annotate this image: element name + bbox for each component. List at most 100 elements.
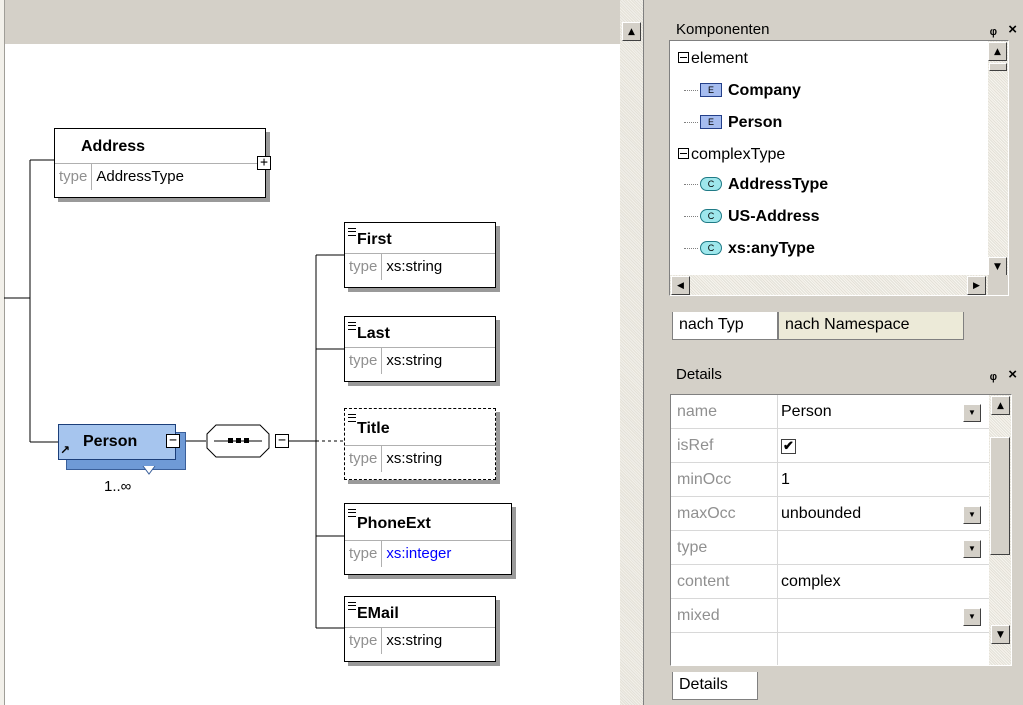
tree-line (684, 184, 698, 186)
reference-arrow-icon: ↗ (60, 443, 71, 457)
details-vertical-scrollbar[interactable]: ▲ ▼ (989, 395, 1011, 665)
complextype-icon: C (700, 208, 722, 223)
type-value: xs:integer (386, 545, 452, 562)
type-value: AddressType (96, 168, 184, 185)
annotation-icon (348, 602, 356, 610)
dropdown-arrow-icon[interactable]: ▼ (963, 404, 981, 422)
pin-icon[interactable]: ᵩ (990, 358, 997, 392)
property-key: isRef (677, 437, 714, 454)
collapse-icon[interactable]: − (275, 434, 289, 448)
property-row-minocc[interactable]: minOcc 1 (671, 463, 989, 497)
type-value: xs:string (386, 352, 443, 369)
scroll-left-arrow-icon[interactable]: ◀ (671, 276, 690, 295)
property-value[interactable]: Person (781, 395, 832, 429)
tab-nach-namespace[interactable]: nach Namespace (778, 312, 964, 340)
type-key: type (345, 446, 383, 472)
element-person[interactable]: Person (58, 424, 176, 460)
element-email[interactable]: EMail type xs:string (344, 596, 496, 662)
annotation-icon (348, 322, 356, 330)
dropdown-arrow-icon[interactable]: ▼ (963, 608, 981, 626)
details-panel-header: Details ᵩ × (666, 358, 1023, 392)
annotation-icon (348, 228, 356, 236)
complextype-icon: C (700, 176, 722, 191)
scroll-up-arrow-icon[interactable]: ▲ (988, 42, 1007, 61)
type-value: xs:string (386, 258, 443, 275)
dropdown-arrow-icon[interactable]: ▼ (963, 506, 981, 524)
details-property-grid[interactable]: name Person ▼ isRef ✔ minOcc 1 maxOcc un… (670, 394, 1012, 666)
collapse-toggle-icon[interactable] (678, 52, 689, 64)
isref-checkbox[interactable]: ✔ (781, 439, 796, 454)
tree-group-element[interactable]: element (678, 43, 748, 75)
sequence-compositor-icon[interactable] (206, 424, 270, 458)
dropdown-arrow-icon[interactable]: ▼ (963, 540, 981, 558)
components-panel-title: Komponenten (676, 21, 770, 38)
type-value: xs:string (386, 632, 443, 649)
scroll-up-arrow-icon[interactable]: ▲ (622, 22, 641, 41)
property-value[interactable]: 1 (781, 463, 790, 497)
tree-horizontal-scrollbar[interactable]: ◀ ▶ (670, 275, 1008, 295)
tree-item-addresstype[interactable]: C AddressType (684, 169, 828, 201)
scroll-thumb[interactable] (989, 63, 1007, 71)
scroll-right-arrow-icon[interactable]: ▶ (967, 276, 986, 295)
schema-design-canvas[interactable]: Address type AddressType + Person ↗ − 1.… (0, 0, 643, 705)
annotation-icon (348, 509, 356, 517)
property-row-type[interactable]: type ▼ (671, 531, 989, 565)
canvas-vertical-scrollbar[interactable]: ▲ (620, 0, 643, 705)
right-panels: Komponenten ᵩ × element E Company E Person… (666, 0, 1023, 705)
element-title[interactable]: Title type xs:string (344, 408, 496, 480)
collapse-icon[interactable]: − (166, 434, 180, 448)
element-address[interactable]: Address type AddressType (54, 128, 266, 198)
scroll-thumb[interactable] (990, 437, 1010, 555)
panel-splitter[interactable] (643, 0, 666, 705)
scroll-down-arrow-icon[interactable]: ▼ (991, 625, 1010, 644)
type-key: type (345, 541, 383, 567)
occurrence-label: 1..∞ (104, 478, 132, 495)
scroll-up-arrow-icon[interactable]: ▲ (991, 396, 1010, 415)
tree-line (684, 122, 698, 124)
tree-group-complextype[interactable]: complexType (678, 139, 785, 171)
tree-line (684, 248, 698, 250)
close-icon[interactable]: × (1008, 358, 1017, 392)
element-name: Title (357, 420, 390, 437)
tree-item-us-address[interactable]: C US-Address (684, 201, 820, 233)
property-row-content[interactable]: content complex (671, 565, 989, 599)
property-value[interactable]: unbounded (781, 497, 861, 531)
type-key: type (345, 348, 383, 374)
element-name: Address (55, 129, 265, 164)
tree-item-label: AddressType (728, 176, 829, 193)
property-row-name[interactable]: name Person ▼ (671, 395, 989, 429)
element-name: Last (357, 325, 390, 342)
element-name: PhoneExt (357, 515, 431, 532)
details-panel-title: Details (676, 366, 722, 383)
tree-item-person[interactable]: E Person (684, 107, 782, 139)
components-tree[interactable]: element E Company E Person complexType C Ad… (669, 40, 1009, 296)
complextype-icon: C (700, 240, 722, 255)
element-name: EMail (357, 605, 399, 622)
type-key: type (345, 254, 383, 280)
connector-lines (4, 159, 344, 629)
property-row-mixed[interactable]: mixed ▼ (671, 599, 989, 633)
element-first[interactable]: First type xs:string (344, 222, 496, 288)
element-phoneext[interactable]: PhoneExt type xs:integer (344, 503, 512, 575)
property-key: maxOcc (677, 505, 736, 522)
tab-nach-typ[interactable]: nach Typ (672, 312, 778, 340)
close-icon[interactable]: × (1008, 13, 1017, 47)
property-row-maxocc[interactable]: maxOcc unbounded ▼ (671, 497, 989, 531)
repeat-tab-icon (142, 466, 156, 475)
property-value[interactable]: complex (781, 565, 841, 599)
element-last[interactable]: Last type xs:string (344, 316, 496, 382)
scroll-down-arrow-icon[interactable]: ▼ (988, 257, 1007, 276)
property-key: content (677, 573, 730, 590)
tree-item-company[interactable]: E Company (684, 75, 801, 107)
tab-details[interactable]: Details (672, 672, 758, 700)
expand-icon[interactable]: + (257, 156, 271, 170)
tree-item-label: xs:anyType (728, 240, 815, 257)
property-key: name (677, 403, 718, 420)
element-type-icon: E (700, 114, 722, 129)
collapse-toggle-icon[interactable] (678, 148, 689, 160)
tree-group-label: complexType (691, 146, 786, 163)
tree-item-xs-anytype[interactable]: Cxs:anyType (684, 233, 815, 265)
tree-vertical-scrollbar[interactable]: ▲ ▼ (988, 41, 1008, 277)
type-key: type (345, 628, 383, 654)
property-row-isref[interactable]: isRef ✔ (671, 429, 989, 463)
